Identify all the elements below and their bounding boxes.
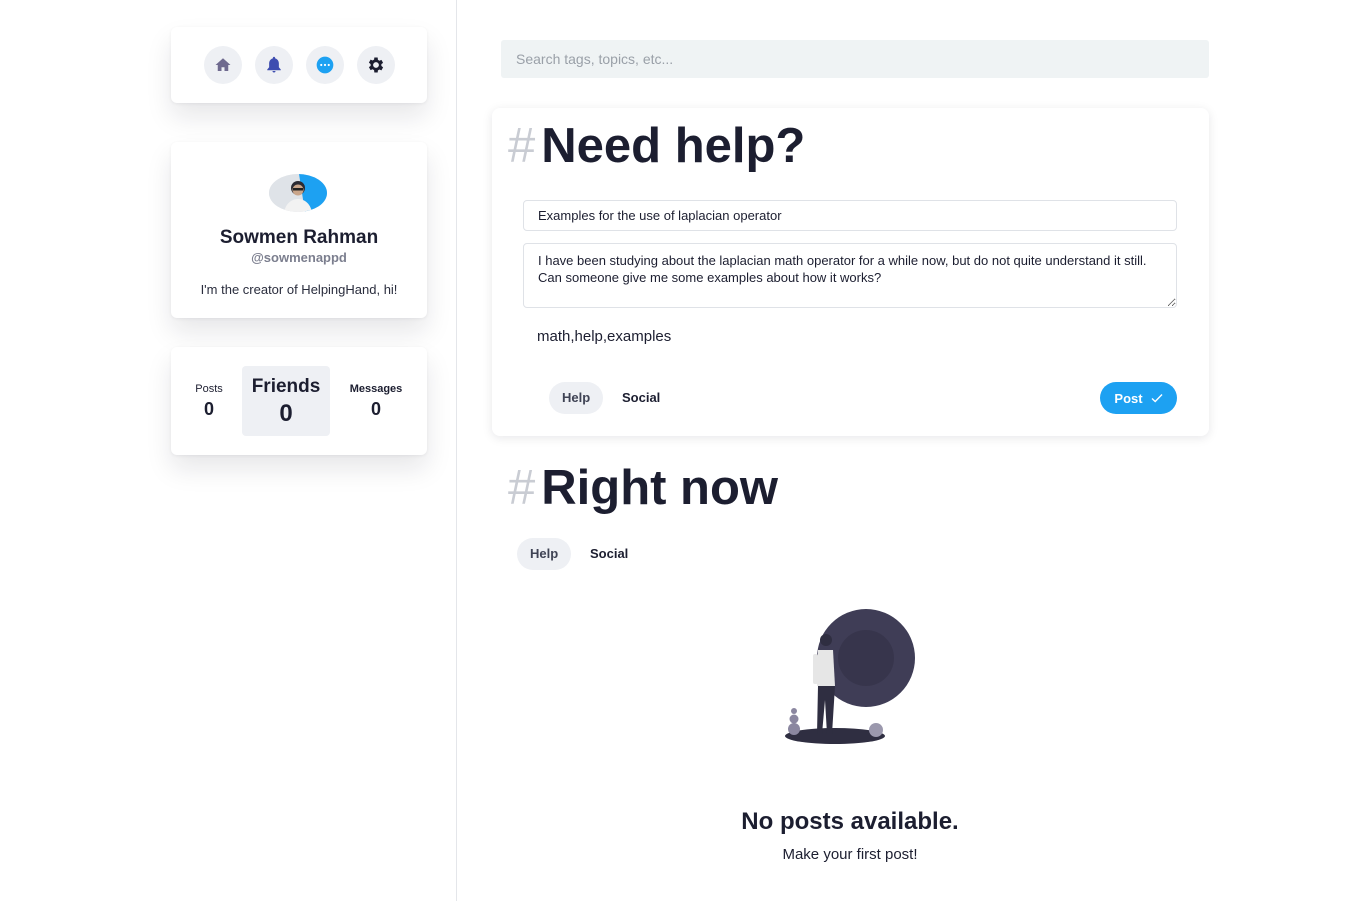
stat-posts-label: Posts [195,383,223,395]
hash-symbol: # [508,119,536,173]
empty-state-subtitle: Make your first post! [782,846,918,863]
notifications-button[interactable] [254,46,293,84]
home-icon [215,58,230,71]
stat-posts-value: 0 [203,399,214,419]
empty-state-title: No posts available. [741,808,959,835]
search-input[interactable] [501,40,1209,78]
stat-messages-label: Messages [349,383,403,395]
stat-friends[interactable]: Friends 0 [242,366,330,436]
post-title-input[interactable] [523,200,1177,231]
post-button[interactable]: Post [1100,382,1177,414]
post-tags[interactable]: math,help,examples [537,328,671,345]
messages-button[interactable] [305,46,344,84]
feed-tab-social[interactable]: Social [577,538,641,570]
post-body-textarea[interactable]: I have been studying about the laplacian… [523,243,1177,308]
compose-tab-social[interactable]: Social [609,382,673,414]
hash-symbol: # [508,461,536,515]
settings-button[interactable] [356,46,395,84]
empty-state-illustration [785,609,915,744]
feed-heading: # Right now [508,460,778,516]
profile-handle[interactable]: @sowmenappd [171,250,427,265]
stat-posts[interactable]: Posts 0 [185,383,233,420]
stat-messages-value: 0 [370,399,381,419]
gear-icon [368,57,383,73]
feed-title: Right now [541,461,779,515]
profile-card: Sowmen Rahman @sowmenappd I'm the creato… [171,142,427,318]
post-button-label: Post [1114,390,1143,406]
profile-name: Sowmen Rahman [219,227,379,248]
check-icon [1151,394,1163,403]
stat-messages[interactable]: Messages 0 [343,383,409,420]
stats-card: Posts 0 Friends 0 Messages 0 [171,347,427,455]
compose-card: #Need help? I have been studying about t… [492,108,1209,436]
nav-card [171,27,427,103]
sidebar-divider [456,0,457,901]
bell-icon [266,56,281,73]
compose-tab-help[interactable]: Help [549,382,604,414]
stat-friends-label: Friends [251,376,321,397]
feed-tab-help[interactable]: Help [517,538,572,570]
avatar[interactable] [269,174,327,212]
home-button[interactable] [203,46,242,84]
profile-bio: I'm the creator of HelpingHand, hi! [200,282,398,297]
compose-heading: # Need help? [508,118,805,174]
compose-title: Need help? [541,119,806,173]
stat-friends-value: 0 [279,400,293,427]
message-icon [316,56,333,74]
